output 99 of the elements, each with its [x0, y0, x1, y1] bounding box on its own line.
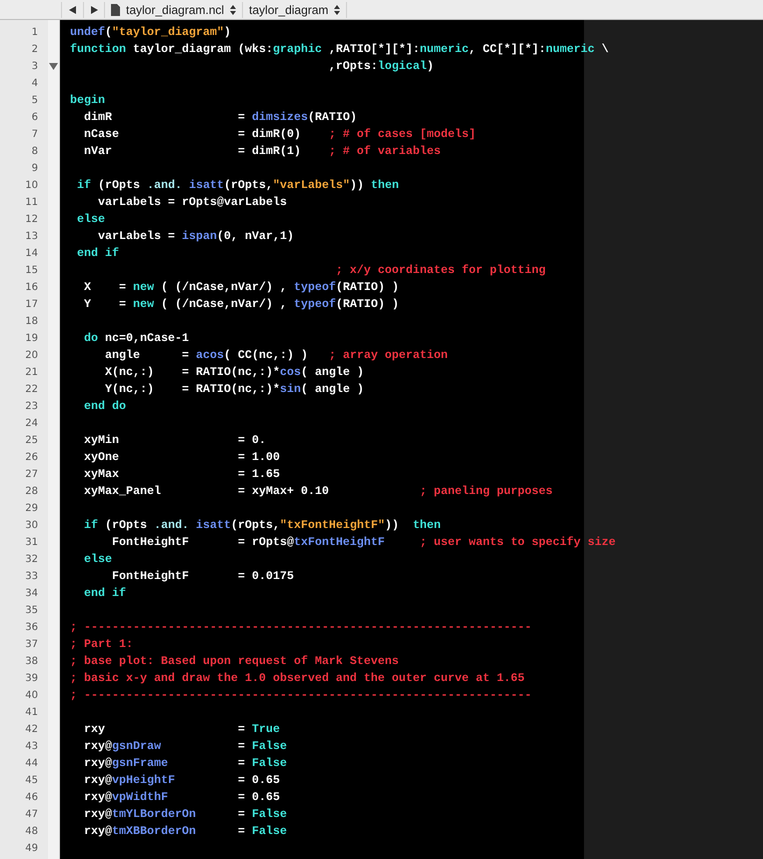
- line-number: 16: [24, 281, 39, 295]
- code-line: ; basic x-y and draw the 1.0 observed and the outer curve at 1.65: [70, 671, 525, 686]
- code-line: varLabels = rOpts@varLabels: [96, 195, 287, 210]
- line-number: 10: [24, 179, 39, 193]
- line-number: 27: [24, 468, 39, 482]
- line-number: 19: [24, 332, 39, 346]
- line-number: 21: [24, 366, 39, 380]
- code-line: xyMax_Panel = xyMax+ 0.10 ; paneling purposes: [82, 484, 553, 499]
- code-line: else: [76, 212, 105, 227]
- code-line: end if: [82, 586, 126, 601]
- code-line: FontHeightF = rOpts@txFontHeightF ; user wants to specify size: [110, 535, 616, 550]
- line-number: 35: [24, 604, 39, 618]
- line-number: 29: [24, 502, 39, 516]
- code-line: do nc=0,nCase-1: [82, 331, 189, 346]
- line-number: 14: [24, 247, 39, 261]
- code-line: xyMin = 0.: [82, 433, 266, 448]
- line-number: 40: [24, 689, 39, 703]
- code-line: nVar = dimR(1) ; # of variables: [82, 144, 441, 159]
- line-number: 20: [24, 349, 39, 363]
- code-line: varLabels = ispan(0, nVar,1): [96, 229, 294, 244]
- line-number: 42: [24, 723, 39, 737]
- line-number: 41: [24, 706, 39, 720]
- line-number: 43: [24, 740, 39, 754]
- left-triangle-icon: [69, 6, 76, 14]
- line-number: 7: [30, 128, 39, 142]
- forward-button[interactable]: [83, 2, 105, 18]
- code-line: ; x/y coordinates for plotting: [334, 263, 546, 278]
- code-line: rxy@vpHeightF = 0.65: [82, 773, 280, 788]
- code-line: ; base plot: Based upon request of Mark Stevens: [70, 654, 399, 669]
- code-line: rxy@gsnDraw = False: [82, 739, 287, 754]
- line-number: 1: [30, 26, 39, 40]
- line-number: 33: [24, 570, 39, 584]
- line-number: 13: [24, 230, 39, 244]
- code-line: end if: [76, 246, 119, 261]
- line-number: 15: [24, 264, 39, 278]
- line-number: 8: [30, 145, 39, 159]
- code-line: rxy = True: [82, 722, 280, 737]
- code-line: X = new ( (/nCase,nVar/) , typeof(RATIO) ): [82, 280, 399, 295]
- code-line: Y(nc,:) = RATIO(nc,:)*sin( angle ): [104, 382, 364, 397]
- line-number: 47: [24, 808, 39, 822]
- line-number: 37: [24, 638, 39, 652]
- line-number: 5: [30, 94, 39, 108]
- line-number: 34: [24, 587, 39, 601]
- code-line: if (rOpts .and. isatt(rOpts,"varLabels")) then: [76, 178, 399, 193]
- code-line: begin: [70, 93, 105, 108]
- code-line: xyOne = 1.00: [82, 450, 280, 465]
- line-number: 38: [24, 655, 39, 669]
- line-number: 4: [30, 77, 39, 91]
- line-number: 49: [24, 842, 39, 856]
- code-line: ,rOpts:logical): [328, 59, 434, 74]
- code-line: rxy@gsnFrame = False: [82, 756, 287, 771]
- symbol-selector[interactable]: taylor_diagram: [243, 2, 348, 18]
- line-number: 17: [24, 298, 39, 312]
- code-line: rxy@tmYLBorderOn = False: [82, 807, 287, 822]
- line-number: 48: [24, 825, 39, 839]
- line-number: 25: [24, 434, 39, 448]
- line-number: 26: [24, 451, 39, 465]
- line-number: 31: [24, 536, 39, 550]
- line-number: 28: [24, 485, 39, 499]
- line-number: 36: [24, 621, 39, 635]
- line-number: 11: [24, 196, 39, 210]
- code-line: angle = acos( CC(nc,:) ) ; array operation: [104, 348, 448, 363]
- chevron-icon: [230, 4, 236, 14]
- code-line: end do: [82, 399, 126, 414]
- line-number: 12: [24, 213, 39, 227]
- code-line: undef("taylor_diagram"): [70, 25, 231, 40]
- code-line: if (rOpts .and. isatt(rOpts,"txFontHeightF")) then: [82, 518, 441, 533]
- code-line: nCase = dimR(0) ; # of cases [models]: [82, 127, 476, 142]
- code-line: else: [82, 552, 112, 567]
- line-number: 39: [24, 672, 39, 686]
- line-number: 30: [24, 519, 39, 533]
- code-line: rxy@tmXBBorderOn = False: [82, 824, 287, 839]
- code-line: X(nc,:) = RATIO(nc,:)*cos( angle ): [104, 365, 364, 380]
- line-number: 18: [24, 315, 39, 329]
- line-number: 45: [24, 774, 39, 788]
- file-selector[interactable]: taylor_diagram.ncl: [105, 2, 244, 18]
- code-line: ; Part 1:: [70, 637, 133, 652]
- code-line: rxy@vpWidthF = 0.65: [82, 790, 280, 805]
- file-icon: [111, 4, 120, 16]
- fold-toggle-icon[interactable]: [49, 63, 58, 70]
- line-number: 6: [30, 111, 39, 125]
- line-number: 22: [24, 383, 39, 397]
- code-line: ; ----------------------------------------------------------------: [70, 620, 532, 635]
- code-line: dimR = dimsizes(RATIO): [82, 110, 357, 125]
- code-line: xyMax = 1.65: [82, 467, 280, 482]
- chevron-icon: [334, 4, 340, 14]
- line-number: 32: [24, 553, 39, 567]
- line-number: 3: [30, 60, 39, 74]
- code-line: FontHeightF = 0.0175: [110, 569, 294, 584]
- code-line: ; ----------------------------------------------------------------: [70, 688, 532, 703]
- code-line: Y = new ( (/nCase,nVar/) , typeof(RATIO) ): [82, 297, 399, 312]
- line-number: 23: [24, 400, 39, 414]
- right-triangle-icon: [90, 6, 98, 14]
- line-number: 24: [24, 417, 39, 431]
- line-number: 9: [30, 162, 39, 176]
- line-number: 2: [30, 43, 39, 57]
- line-number: 46: [24, 791, 39, 805]
- code-line: function taylor_diagram (wks:graphic ,RATIO[*][*]:numeric, CC[*][*]:numeric \: [70, 42, 609, 57]
- line-number: 44: [24, 757, 39, 771]
